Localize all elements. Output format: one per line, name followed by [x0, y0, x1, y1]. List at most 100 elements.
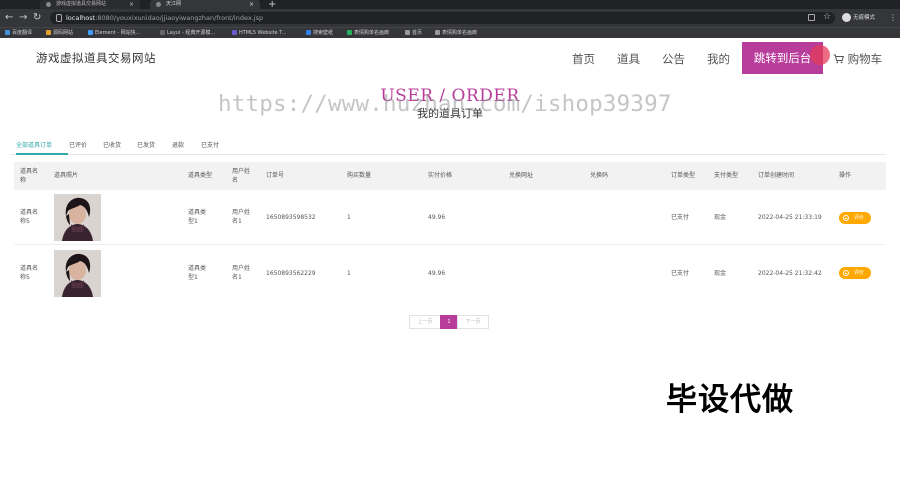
- tab-paid[interactable]: 已支付: [201, 140, 219, 149]
- cell-order-no: 1650893562229: [266, 270, 316, 277]
- row-divider: [14, 244, 886, 245]
- review-button[interactable]: 评价: [839, 212, 871, 224]
- apps-icon: [5, 30, 10, 35]
- portrait-image: [54, 250, 101, 297]
- cell-price: 49.96: [428, 214, 446, 221]
- col-header: 订单类型: [671, 172, 696, 179]
- bookmark-item[interactable]: 源码网站: [46, 28, 73, 38]
- nav-notice[interactable]: 公告: [662, 51, 685, 67]
- back-icon[interactable]: ←: [5, 12, 13, 24]
- address-bar-row: ← → ↻ localhost:8080/youxixunidao/jjiaoy…: [0, 9, 900, 27]
- col-header: 操作: [839, 172, 852, 179]
- col-header: 道具类型: [188, 172, 213, 179]
- col-header: 订单号: [266, 172, 285, 179]
- promo-overlay-text: 毕设代做: [666, 382, 794, 418]
- cell-item-name: 道具名称5: [20, 209, 39, 225]
- col-header: 道具名称: [20, 168, 39, 184]
- avatar: [842, 13, 851, 22]
- item-photo: [54, 194, 101, 241]
- cart-label: 购物车: [847, 52, 883, 66]
- col-header: 支付类型: [714, 172, 739, 179]
- bookmark-icon: [435, 30, 440, 35]
- site-logo[interactable]: 游戏虚拟道具交易网站: [36, 50, 156, 66]
- cell-item-name: 道具名称5: [20, 265, 39, 281]
- col-header: 道具照片: [54, 172, 79, 179]
- bookmark-icon: [405, 30, 410, 35]
- pagination: 上一页 1 下一页: [409, 315, 489, 329]
- table-header: 道具名称 道具照片 道具类型 用户姓名 订单号 购买数量 实付价格 兑换网址 兑…: [14, 162, 886, 190]
- col-header: 用户姓名: [232, 168, 251, 184]
- bookmark-item[interactable]: 搜索壁纸: [306, 28, 333, 38]
- close-icon[interactable]: ×: [129, 0, 134, 9]
- col-header: 兑换网址: [509, 172, 534, 179]
- bookmark-icon: [347, 30, 352, 35]
- browser-tab-title: 天江网: [166, 1, 182, 7]
- portrait-image: [54, 194, 101, 241]
- cell-item-type: 道具类型1: [188, 209, 207, 225]
- next-page-button[interactable]: 下一页: [457, 315, 489, 329]
- bookmark-icon: [88, 30, 93, 35]
- translate-icon[interactable]: [808, 14, 815, 21]
- site-header: 游戏虚拟道具交易网站 首页 道具 公告 我的 跳转到后台 购物车: [0, 38, 900, 76]
- cell-user-name: 用户姓名1: [232, 265, 251, 281]
- profile-button[interactable]: 无痕模式: [842, 12, 875, 24]
- col-header: 实付价格: [428, 172, 453, 179]
- watermark-text: https://www.huzhan.com/ishop39397: [218, 91, 672, 117]
- close-icon[interactable]: ×: [249, 0, 254, 9]
- nav-items[interactable]: 道具: [617, 51, 640, 67]
- col-header: 兑换码: [590, 172, 609, 179]
- cell-qty: 1: [347, 270, 351, 277]
- item-photo: [54, 250, 101, 297]
- cell-pay-type: 现金: [714, 270, 727, 277]
- cart-icon: [833, 54, 844, 64]
- cell-item-type: 道具类型1: [188, 265, 207, 281]
- bookmark-item[interactable]: Element - 网站快...: [88, 28, 140, 38]
- order-tabs: 全部道具订单 已评价 已收货 已发货 退款 已支付: [10, 138, 886, 155]
- favicon-icon: [156, 2, 161, 7]
- bookmark-icon: [232, 30, 237, 35]
- reload-icon[interactable]: ↻: [33, 12, 41, 24]
- tab-all-orders[interactable]: 全部道具订单: [16, 140, 52, 149]
- browser-tab[interactable]: 游戏虚拟道具交易网站 ×: [40, 0, 140, 9]
- nav-cart[interactable]: 购物车: [833, 51, 882, 67]
- cell-order-type: 已支付: [671, 270, 690, 277]
- comment-icon: [843, 270, 849, 276]
- url-text: localhost:8080/youxixunidao/jjiaoyiwangz…: [66, 14, 264, 22]
- cell-created-time: 2022-04-25 21:32:42: [758, 270, 822, 277]
- bookmark-item[interactable]: 表情购单名画廊: [347, 28, 389, 38]
- bookmark-item[interactable]: 首页: [405, 28, 422, 38]
- bookmark-icon: [160, 30, 165, 35]
- col-header: 购买数量: [347, 172, 372, 179]
- page-number-current[interactable]: 1: [440, 315, 458, 329]
- info-icon[interactable]: [56, 14, 62, 22]
- active-tab-indicator: [16, 153, 68, 155]
- cell-created-time: 2022-04-25 21:33:19: [758, 214, 822, 221]
- tab-refund[interactable]: 退款: [172, 140, 184, 149]
- star-icon[interactable]: ☆: [823, 11, 831, 23]
- tab-reviewed[interactable]: 已评价: [69, 140, 87, 149]
- prev-page-button[interactable]: 上一页: [409, 315, 441, 329]
- bookmarks-bar: 百度翻译 源码网站 Element - 网站快... Layui - 经典开源模…: [0, 27, 900, 38]
- tab-shipped[interactable]: 已发货: [137, 140, 155, 149]
- bookmark-item[interactable]: Layui - 经典开源模...: [160, 28, 215, 38]
- cell-user-name: 用户姓名1: [232, 209, 251, 225]
- tab-received[interactable]: 已收货: [103, 140, 121, 149]
- nav-mine[interactable]: 我的: [707, 51, 730, 67]
- review-button[interactable]: 评价: [839, 267, 871, 279]
- browser-tab-title: 游戏虚拟道具交易网站: [56, 1, 107, 7]
- browser-tab-strip: 游戏虚拟道具交易网站 × 天江网 × +: [0, 0, 900, 10]
- forward-icon[interactable]: →: [19, 12, 27, 24]
- cell-qty: 1: [347, 214, 351, 221]
- nav-home[interactable]: 首页: [572, 51, 595, 67]
- favicon-icon: [46, 2, 51, 7]
- url-field[interactable]: localhost:8080/youxixunidao/jjiaoyiwangz…: [50, 12, 835, 24]
- bookmark-icon: [306, 30, 311, 35]
- bookmark-item[interactable]: 百度翻译: [5, 28, 32, 38]
- menu-icon[interactable]: ⋮: [889, 12, 897, 24]
- bookmark-item[interactable]: HTML5 Website T...: [232, 28, 286, 38]
- col-header: 订单创建时间: [758, 172, 795, 179]
- cell-order-type: 已支付: [671, 214, 690, 221]
- browser-tab-active[interactable]: 天江网 ×: [150, 0, 260, 9]
- comment-icon: [843, 215, 849, 221]
- bookmark-item[interactable]: 表情购单名画廊: [435, 28, 477, 38]
